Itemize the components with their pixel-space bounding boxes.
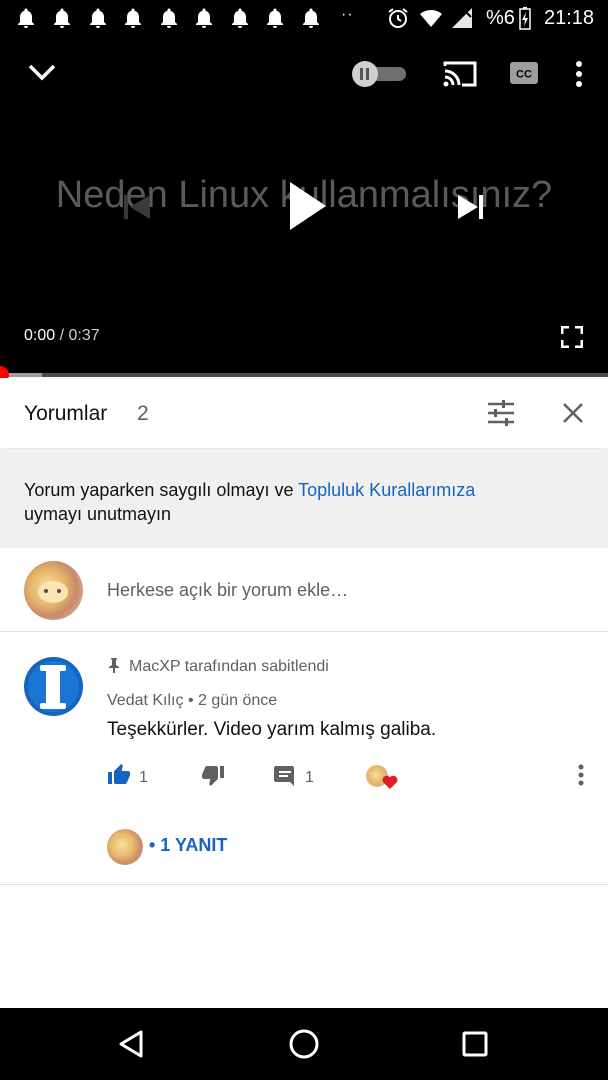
- add-comment-input[interactable]: Herkese açık bir yorum ekle…: [107, 580, 348, 601]
- status-clock: 21:18: [544, 7, 595, 29]
- battery-percent: %6: [486, 7, 515, 29]
- battery-charging-icon: [519, 7, 531, 30]
- creator-heart-badge: [366, 763, 398, 791]
- heart-icon: [382, 775, 398, 789]
- status-bar: ·· %6 21:18: [0, 0, 608, 36]
- user-avatar: [24, 561, 83, 620]
- pinned-text: MacXP tarafından sabitlendi: [129, 658, 329, 675]
- video-player[interactable]: Neden Linux kullanmalısınız? CC 0:00 / 0…: [0, 36, 608, 384]
- reply-comment-icon[interactable]: [273, 763, 297, 787]
- add-comment-row[interactable]: Herkese açık bir yorum ekle…: [0, 548, 608, 632]
- reply-avatar: [107, 829, 143, 865]
- system-nav-bar: [0, 1008, 608, 1080]
- comment-author-line: Vedat Kılıç • 2 gün önce: [107, 692, 277, 710]
- time-separator: /: [55, 327, 69, 344]
- notification-bell-icon: [303, 8, 319, 28]
- more-vert-icon[interactable]: [572, 60, 586, 88]
- fullscreen-icon[interactable]: [561, 326, 583, 348]
- reply-count: 1: [305, 769, 314, 786]
- home-circle-icon[interactable]: [288, 1028, 320, 1060]
- current-time: 0:00: [24, 327, 56, 344]
- notification-bell-icon: [161, 8, 177, 28]
- back-triangle-icon[interactable]: [116, 1028, 148, 1060]
- notice-text-end: uymayı unutmayın: [24, 504, 172, 524]
- replies-link[interactable]: • 1 YANIT: [149, 835, 227, 856]
- community-guidelines-link[interactable]: Topluluk Kurallarımıza: [298, 480, 475, 500]
- comment-body: Teşekkürler. Video yarım kalmış galiba.: [107, 719, 437, 740]
- dislike-thumb-down-icon[interactable]: [201, 763, 225, 787]
- close-icon[interactable]: [558, 398, 588, 428]
- autoplay-toggle[interactable]: [352, 61, 408, 87]
- like-thumb-up-icon[interactable]: [107, 763, 131, 787]
- alarm-icon: [388, 8, 408, 28]
- notification-bell-icon: [125, 8, 141, 28]
- comment-menu-more-vert-icon[interactable]: [574, 763, 588, 787]
- meta-separator: •: [183, 692, 198, 709]
- closed-captions-icon[interactable]: CC: [510, 62, 538, 84]
- like-count: 1: [139, 769, 148, 786]
- notification-bell-icon: [54, 8, 70, 28]
- recents-square-icon[interactable]: [459, 1028, 491, 1060]
- comments-title: Yorumlar: [24, 402, 108, 425]
- cellular-signal-icon: [452, 8, 472, 28]
- pin-icon: [109, 658, 119, 673]
- pause-icon: [352, 61, 378, 87]
- comment-time: 2 gün önce: [198, 692, 278, 709]
- commenter-avatar[interactable]: [24, 657, 83, 716]
- previous-icon[interactable]: [124, 194, 152, 220]
- next-icon[interactable]: [456, 194, 484, 220]
- minimize-chevron-down-icon[interactable]: [26, 60, 58, 86]
- more-notifications-indicator: ··: [341, 6, 354, 23]
- notice-text: Yorum yaparken saygılı olmayı ve Toplulu…: [24, 478, 584, 526]
- comments-count: 2: [137, 402, 149, 425]
- notice-text-start: Yorum yaparken saygılı olmayı ve: [24, 480, 299, 500]
- notification-bell-icon: [90, 8, 106, 28]
- notification-bell-icon: [267, 8, 283, 28]
- community-guidelines-notice: Yorum yaparken saygılı olmayı ve Toplulu…: [0, 450, 608, 548]
- cast-icon[interactable]: [442, 60, 478, 88]
- video-progress-bar[interactable]: [0, 366, 608, 384]
- comment-item: MacXP tarafından sabitlendi Vedat Kılıç …: [0, 633, 608, 885]
- total-time: 0:37: [68, 327, 100, 344]
- wifi-icon: [420, 10, 442, 27]
- play-icon[interactable]: [288, 180, 328, 232]
- comment-author[interactable]: Vedat Kılıç: [107, 692, 184, 709]
- comments-panel-header: Yorumlar 2: [0, 378, 608, 448]
- pinned-label: MacXP tarafından sabitlendi: [107, 657, 329, 676]
- svg-text:CC: CC: [516, 69, 532, 81]
- sort-filter-icon[interactable]: [486, 398, 516, 428]
- time-display: 0:00 / 0:37: [24, 327, 100, 345]
- notification-bell-icon: [18, 8, 34, 28]
- notification-bell-icon: [196, 8, 212, 28]
- notification-bell-icon: [232, 8, 248, 28]
